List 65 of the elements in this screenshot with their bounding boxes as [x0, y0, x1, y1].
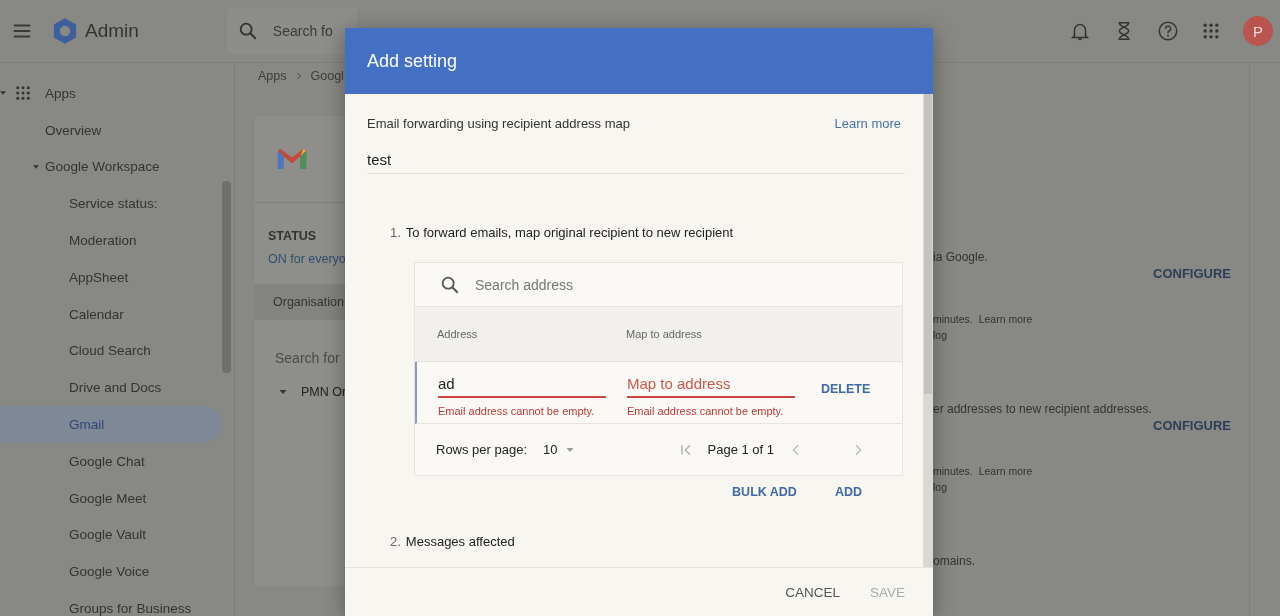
log-link[interactable]: log	[933, 329, 947, 341]
configure-button[interactable]: CONFIGURE	[1153, 418, 1231, 433]
learn-more-link[interactable]: Learn more	[834, 116, 901, 131]
input-field[interactable]: ad	[438, 372, 606, 398]
breadcrumb-link[interactable]: Googl	[310, 69, 344, 83]
avatar[interactable]: P	[1243, 16, 1273, 46]
breadcrumb-link[interactable]: Apps	[258, 69, 287, 83]
sidebar-item[interactable]: Service status:	[69, 185, 234, 223]
setting-description: ia Google.	[933, 250, 989, 264]
setting-note: minutes.	[933, 465, 973, 477]
organisation-tab[interactable]: Organisation	[255, 284, 345, 320]
sidebar-item[interactable]: Calendar	[69, 295, 234, 333]
sidebar-item[interactable]: Moderation	[69, 222, 234, 259]
sidebar-item[interactable]: Google Meet	[69, 479, 234, 517]
page-indicator: Page 1 of 1	[707, 442, 774, 457]
sidebar-item[interactable]: Groups for Business	[69, 590, 234, 616]
status-value: ON for everyo	[267, 251, 345, 266]
app-title: Admin	[85, 20, 139, 42]
step-title: To forward emails, map original recipient to new recipient	[405, 225, 734, 240]
log-link[interactable]: log	[933, 481, 947, 493]
bulk-add-button[interactable]: BULK ADD	[732, 485, 797, 499]
column-header: Address	[436, 328, 479, 340]
learn-more-link[interactable]: Learn more	[978, 313, 1033, 325]
add-button[interactable]: ADD	[834, 485, 862, 499]
sidebar-item[interactable]: Cloud Search	[69, 332, 234, 370]
search-placeholder: Search fo	[272, 23, 333, 39]
sidebar-item[interactable]: Overview	[45, 111, 234, 149]
rows-per-page-label: Rows per page:	[436, 442, 528, 457]
setting-name: Email forwarding using recipient address map	[367, 116, 630, 131]
scrollbar-thumb[interactable]	[222, 181, 231, 373]
search-field[interactable]: Search address	[473, 275, 777, 294]
search-field[interactable]: Search for	[255, 342, 345, 374]
sidebar-item[interactable]: Drive and Docs	[69, 369, 234, 407]
sidebar-item[interactable]: Google Workspace	[45, 148, 234, 186]
sidebar-item[interactable]: AppSheet	[69, 259, 234, 296]
column-header: Map to address	[626, 328, 702, 340]
step-number: 2.	[390, 534, 401, 549]
setting-description: er addresses to new recipient addresses.	[933, 402, 1153, 416]
step-number: 1.	[390, 225, 401, 240]
cancel-button[interactable]: CANCEL	[785, 584, 840, 600]
setting-note: minutes.	[933, 313, 973, 325]
admin-logo-icon	[51, 17, 79, 45]
description-field[interactable]: test	[367, 151, 905, 174]
error-message: Email address cannot be empty.	[627, 405, 785, 417]
step-title: Messages affected	[405, 534, 515, 549]
help-icon[interactable]	[1157, 20, 1179, 42]
delete-button[interactable]: DELETE	[821, 382, 871, 396]
sidebar-item[interactable]: Google Voice	[69, 553, 234, 591]
search-field[interactable]: Search fo	[226, 8, 357, 54]
apps-grid-icon[interactable]	[1201, 21, 1221, 41]
sidebar-item[interactable]: Apps	[0, 75, 234, 112]
learn-more-link[interactable]: Learn more	[978, 465, 1033, 477]
org-unit-label[interactable]: PMN Or	[301, 385, 347, 399]
rows-per-page-select[interactable]: 10	[543, 442, 576, 457]
sidebar-item[interactable]: Gmail	[0, 406, 222, 443]
error-message: Email address cannot be empty.	[438, 405, 596, 417]
setting-description: omains.	[933, 554, 977, 568]
status-label: STATUS	[267, 228, 318, 243]
scrollbar-thumb[interactable]	[924, 94, 932, 394]
sidebar-item[interactable]: Google Vault	[69, 516, 234, 554]
configure-button[interactable]: CONFIGURE	[1153, 266, 1231, 281]
apps-grid-icon	[14, 84, 32, 103]
dialog-title: Add setting	[367, 50, 458, 72]
sidebar-item[interactable]: Google Chat	[69, 442, 234, 480]
input-field[interactable]: Map to address	[627, 372, 795, 398]
